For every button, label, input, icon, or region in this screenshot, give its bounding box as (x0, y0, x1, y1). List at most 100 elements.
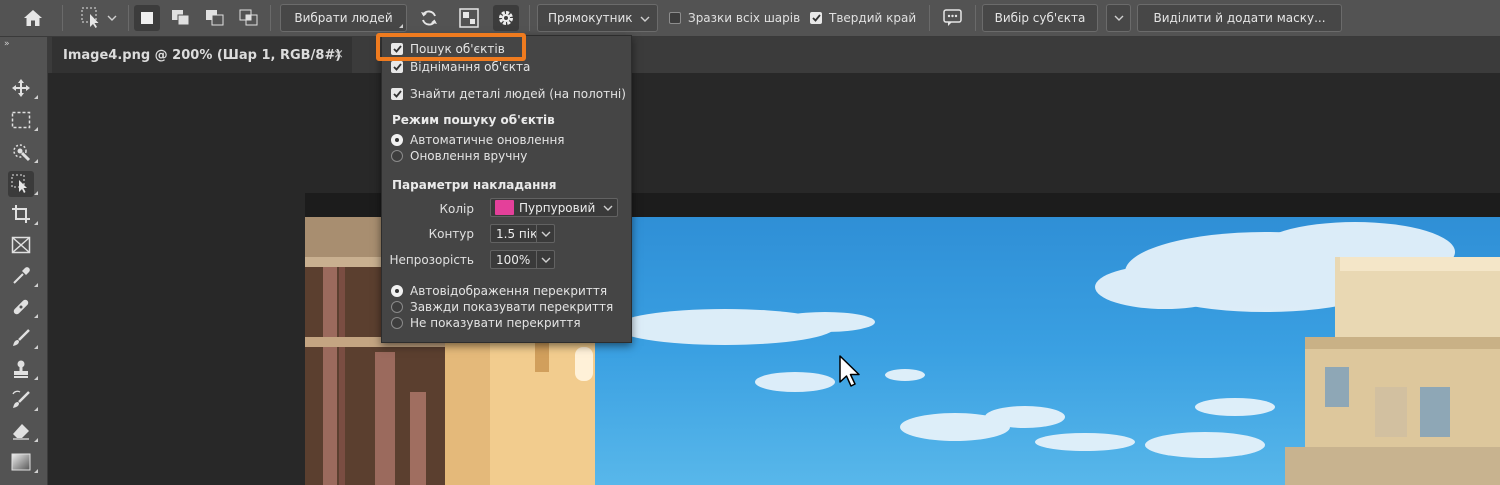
history-brush-icon (12, 390, 30, 408)
overlay-never-label: Не показувати перекриття (410, 316, 581, 330)
outline-input[interactable]: 1.5 пік (490, 224, 555, 243)
overlay-auto-radio[interactable]: Автовідображення перекриття (391, 284, 607, 298)
frame-tool[interactable] (8, 232, 34, 258)
move-icon (12, 79, 30, 97)
document-tab[interactable]: Image4.png @ 200% (Шар 1, RGB/8#) × (52, 37, 352, 73)
select-subject-button[interactable]: Вибір суб'єкта (982, 4, 1098, 32)
sample-all-layers-checkbox[interactable]: Зразки всіх шарів (669, 4, 800, 32)
move-tool[interactable] (8, 75, 38, 101)
color-swatch (495, 200, 514, 215)
object-subtraction-label: Віднімання об'єкта (410, 60, 531, 74)
selection-mode-select[interactable]: Прямокутник (537, 4, 658, 32)
radio-icon (391, 317, 403, 329)
opacity-label: Непрозорість (389, 253, 474, 267)
toolbar: » (0, 37, 48, 485)
feedback-icon[interactable] (938, 4, 968, 32)
clone-stamp-icon (14, 360, 28, 378)
healing-brush-tool[interactable] (8, 294, 38, 320)
checkbox-checked-icon (810, 12, 822, 24)
intersect-selection-icon[interactable] (236, 5, 262, 31)
radio-selected-icon (391, 134, 403, 146)
select-and-mask-label: Виділити й додати маску... (1153, 11, 1326, 25)
selection-mode-value: Прямокутник (548, 11, 633, 25)
overlay-always-label: Завжди показувати перекриття (410, 300, 614, 314)
object-selection-tool-preset-icon[interactable] (74, 4, 124, 32)
radio-selected-icon (391, 285, 403, 297)
highlight-frame (376, 33, 526, 61)
object-subtraction-checkbox[interactable]: Віднімання об'єкта (391, 60, 530, 74)
object-finder-settings-panel: Пошук об'єктів Віднімання об'єкта Знайти… (381, 35, 632, 343)
opacity-value: 100% (496, 252, 531, 267)
select-subject-label: Вибір суб'єкта (994, 11, 1086, 25)
document-tab-title: Image4.png @ 200% (Шар 1, RGB/8#) (63, 47, 342, 63)
checkbox-checked-icon (391, 88, 403, 100)
quick-selection-tool[interactable] (8, 139, 38, 165)
outline-value: 1.5 пік (496, 226, 538, 241)
overlay-never-radio[interactable]: Не показувати перекриття (391, 316, 581, 330)
mode-manual-radio[interactable]: Оновлення вручну (391, 149, 527, 163)
color-value: Пурпуровий (519, 200, 596, 215)
show-all-objects-icon[interactable] (454, 4, 484, 32)
people-details-label: Знайти деталі людей (на полотні) (410, 87, 626, 101)
eraser-tool[interactable] (8, 418, 38, 444)
select-and-mask-button[interactable]: Виділити й додати маску... (1137, 4, 1342, 32)
people-details-checkbox[interactable]: Знайти деталі людей (на полотні) (391, 87, 626, 101)
chevron-down-icon (1114, 15, 1123, 21)
chevron-down-icon (640, 16, 650, 22)
refresh-icon[interactable] (414, 4, 444, 32)
brush-tool[interactable] (8, 325, 38, 351)
frame-icon (11, 236, 31, 254)
mode-auto-label: Автоматичне оновлення (410, 133, 565, 147)
mouse-cursor-icon (839, 355, 860, 387)
marquee-tool[interactable] (8, 107, 38, 133)
hard-edge-label: Твердий край (829, 11, 917, 25)
object-finder-mode-title: Режим пошуку об'єктів (392, 113, 555, 127)
overlay-options-title: Параметри накладання (392, 178, 557, 192)
chevron-down-icon (541, 231, 550, 237)
hard-edge-checkbox[interactable]: Твердий край (810, 4, 916, 32)
crop-tool[interactable] (8, 201, 38, 227)
object-selection-icon (11, 174, 27, 193)
sample-all-layers-label: Зразки всіх шарів (688, 11, 801, 25)
options-bar: Вибрати людей Прямокутник Зразки всіх ша… (0, 0, 1500, 37)
quick-selection-icon (13, 144, 31, 162)
crop-icon (12, 205, 30, 223)
canvas-area[interactable] (48, 73, 1500, 485)
collapse-icon[interactable]: » (4, 39, 10, 49)
healing-brush-icon (13, 299, 29, 315)
brush-icon (13, 329, 30, 346)
overlay-always-radio[interactable]: Завжди показувати перекриття (391, 300, 613, 314)
color-select[interactable]: Пурпуровий (490, 198, 618, 217)
settings-gear-icon[interactable] (493, 5, 519, 31)
select-people-label: Вибрати людей (294, 11, 393, 25)
subtract-from-selection-icon[interactable] (202, 5, 228, 31)
home-icon[interactable] (18, 4, 48, 32)
mode-auto-radio[interactable]: Автоматичне оновлення (391, 133, 565, 147)
outline-label: Контур (428, 227, 474, 241)
object-selection-tool[interactable] (8, 171, 38, 197)
eyedropper-icon (13, 267, 30, 284)
history-brush-tool[interactable] (8, 387, 38, 413)
checkbox-checked-icon (391, 61, 403, 73)
radio-icon (391, 150, 403, 162)
chevron-down-icon (541, 257, 550, 263)
chevron-down-icon (603, 205, 613, 211)
document-tab-bar: Image4.png @ 200% (Шар 1, RGB/8#) × (48, 37, 1500, 73)
radio-icon (391, 301, 403, 313)
clone-stamp-tool[interactable] (8, 356, 38, 382)
color-label: Колір (439, 202, 474, 216)
checkbox-icon (669, 12, 681, 24)
select-people-button[interactable]: Вибрати людей (280, 4, 407, 32)
mode-manual-label: Оновлення вручну (410, 149, 528, 163)
gradient-tool[interactable] (8, 449, 38, 475)
add-to-selection-icon[interactable] (168, 5, 194, 31)
opacity-input[interactable]: 100% (490, 250, 555, 269)
gradient-icon (11, 453, 31, 471)
eyedropper-tool[interactable] (8, 263, 38, 289)
new-selection-icon[interactable] (134, 5, 160, 31)
close-tab-icon[interactable]: × (333, 47, 344, 62)
dropdown-corner-icon (399, 24, 403, 28)
overlay-auto-label: Автовідображення перекриття (410, 284, 608, 298)
select-subject-options-button[interactable] (1106, 4, 1131, 32)
eraser-icon (13, 424, 29, 440)
